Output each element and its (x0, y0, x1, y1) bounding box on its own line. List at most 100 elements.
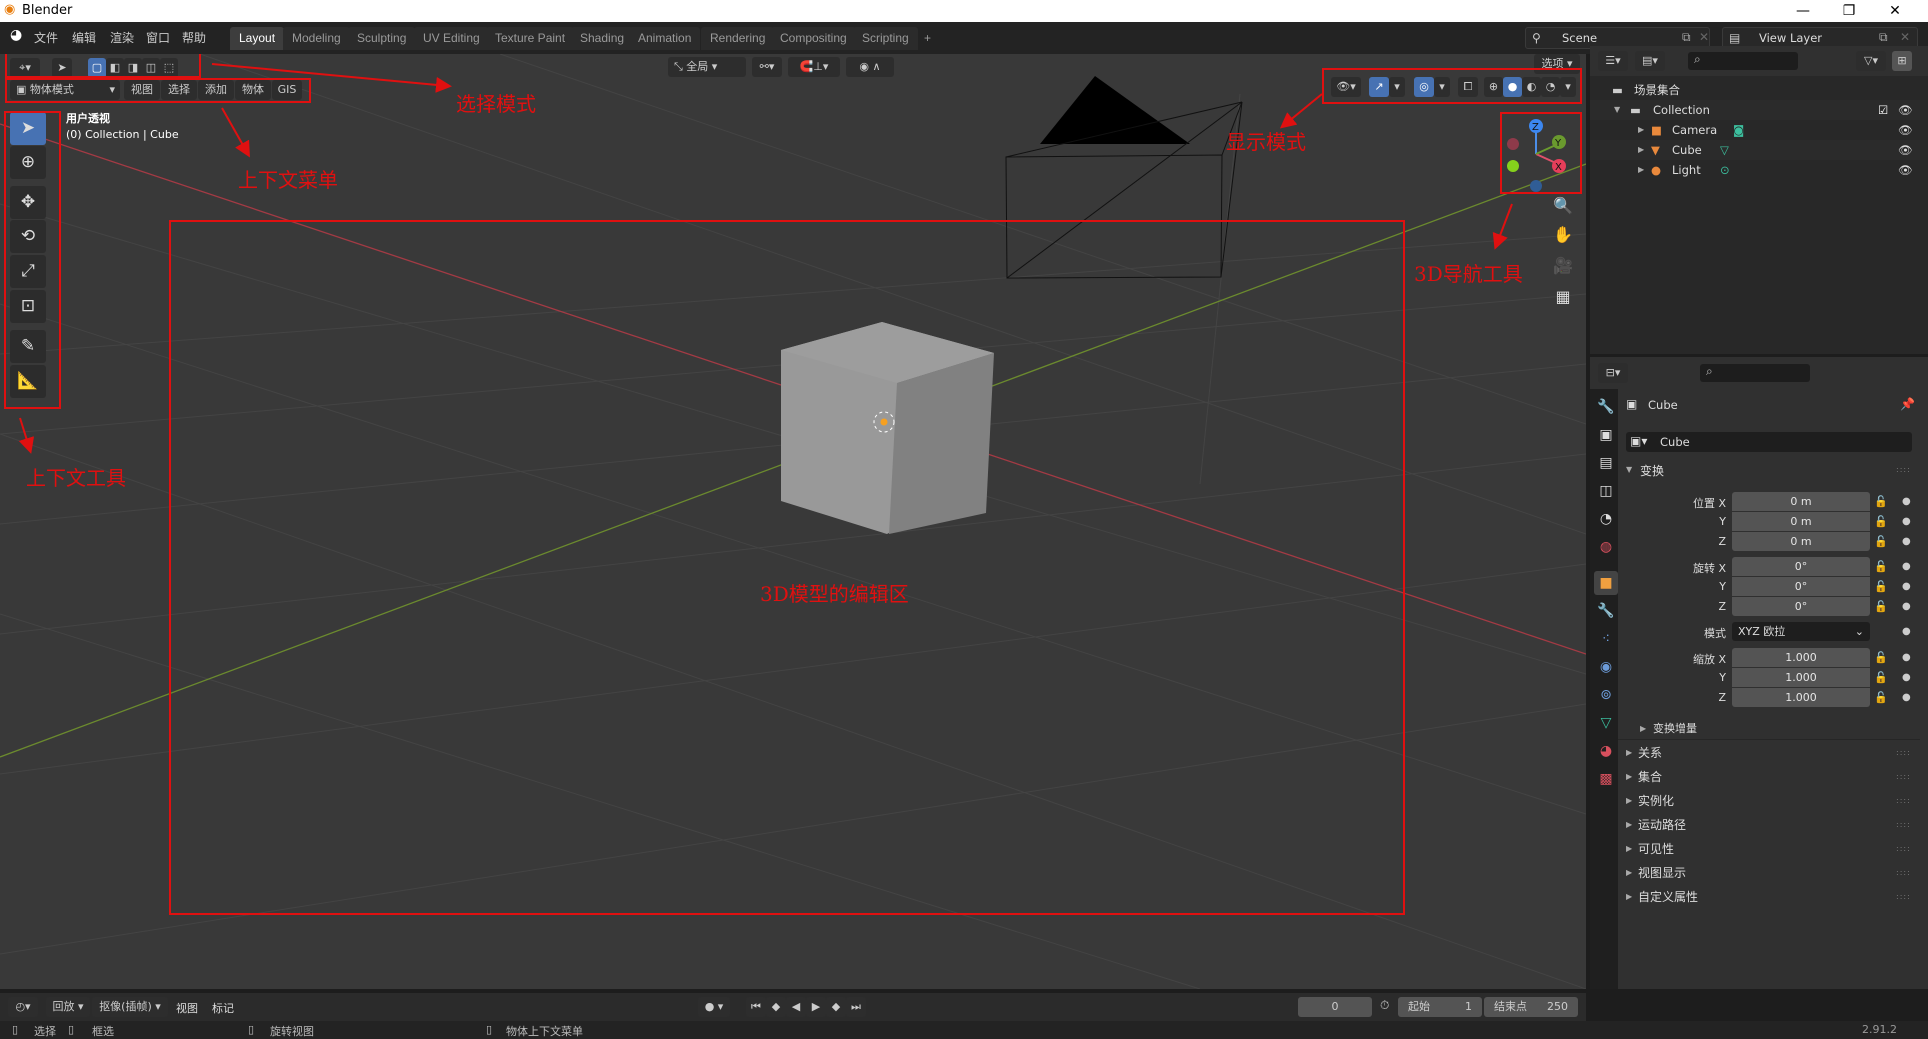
tab-rendering[interactable]: Rendering (701, 27, 775, 50)
play-reverse-icon[interactable]: ◀ (786, 997, 806, 1017)
texture-tab-icon[interactable]: ▩ (1594, 767, 1618, 791)
zoom-view-icon[interactable]: 🔍 (1548, 191, 1578, 221)
visibility-eye-icon[interactable]: 👁 (1898, 140, 1913, 160)
current-frame-field[interactable]: 0 (1298, 997, 1372, 1017)
3d-viewport[interactable]: ⌖▾ ➤ ▢ ◧ ◨ ◫ ⬚ ⤡ 全局 ▾ ⚯▾ 🧲⊥▾ ◉ ∧ 选项 ▾ ▣ … (0, 54, 1586, 989)
keyframe-dot-icon[interactable]: ● (1902, 516, 1911, 527)
view-layer-tab-icon[interactable]: ◫ (1594, 479, 1618, 503)
tab-animation[interactable]: Animation (629, 27, 701, 50)
drag-grip-icon[interactable]: :::: (1896, 844, 1911, 853)
outliner-item-light[interactable]: ▶ ● Light ⊙ 👁 (1590, 160, 1920, 180)
section-instancing[interactable]: 实例化 (1638, 792, 1674, 809)
outliner-collection[interactable]: ▼ ▬ Collection ☑ 👁 (1590, 100, 1920, 120)
expand-arrow-icon[interactable]: ▶ (1626, 844, 1632, 853)
outliner-scene-collection[interactable]: ▬ 场景集合 (1590, 80, 1920, 100)
drag-grip-icon[interactable]: :::: (1896, 868, 1911, 877)
expand-arrow-icon[interactable]: ▶ (1626, 772, 1632, 781)
expand-arrow-icon[interactable]: ▶ (1638, 140, 1644, 160)
keyframe-dot-icon[interactable]: ● (1902, 496, 1911, 507)
new-collection-icon[interactable]: ⊞ (1892, 51, 1912, 71)
constraints-tab-icon[interactable]: ⊚ (1594, 683, 1618, 707)
visibility-eye-icon[interactable]: 👁 (1898, 120, 1913, 140)
location-y-field[interactable]: 0 m (1732, 512, 1870, 531)
rotation-z-field[interactable]: 0° (1732, 597, 1870, 616)
drag-grip-icon[interactable]: :::: (1896, 465, 1911, 474)
physics-tab-icon[interactable]: ◉ (1594, 655, 1618, 679)
mesh-data-icon[interactable]: ▽ (1720, 140, 1729, 160)
transform-orientation-dropdown[interactable]: ⤡ 全局 ▾ (668, 57, 746, 77)
keyframe-dot-icon[interactable]: ● (1902, 672, 1911, 683)
render-tab-icon[interactable]: ▣ (1594, 423, 1618, 447)
timeline-view-menu[interactable]: 视图 (176, 1000, 198, 1016)
menu-help[interactable]: 帮助 (182, 29, 206, 46)
scene-tab-icon[interactable]: ◔ (1594, 507, 1618, 531)
display-mode-button[interactable]: ▤▾ (1635, 51, 1665, 71)
section-collections[interactable]: 集合 (1638, 768, 1662, 785)
menu-file[interactable]: 文件 (34, 29, 58, 46)
play-icon[interactable]: ▶ (806, 997, 826, 1017)
section-visibility[interactable]: 可见性 (1638, 840, 1674, 857)
jump-start-icon[interactable]: ⏮ (746, 997, 766, 1017)
playback-dropdown[interactable]: 回放 ▾ (46, 997, 90, 1017)
expand-arrow-icon[interactable]: ▶ (1626, 796, 1632, 805)
lock-icon[interactable]: 🔓 (1874, 651, 1888, 664)
blender-menu-icon[interactable]: ◕ (10, 27, 22, 43)
delete-scene-icon[interactable]: ✕ (1699, 30, 1709, 44)
section-custom-properties[interactable]: 自定义属性 (1638, 888, 1698, 905)
camera-data-icon[interactable]: ◙ (1733, 120, 1744, 140)
keyframe-dot-icon[interactable]: ● (1902, 581, 1911, 592)
tab-texture-paint[interactable]: Texture Paint (486, 27, 575, 50)
delta-transform-subpanel[interactable]: 变换增量 (1653, 720, 1697, 736)
rotation-mode-dropdown[interactable]: XYZ 欧拉 ⌄ (1732, 622, 1870, 641)
timeline-editor-type-button[interactable]: ◴▾ (8, 997, 38, 1017)
menu-window[interactable]: 窗口 (146, 29, 170, 46)
location-z-field[interactable]: 0 m (1732, 532, 1870, 551)
maximize-button[interactable]: ❐ (1826, 0, 1872, 22)
pin-icon[interactable]: 📌 (1900, 397, 1915, 411)
properties-search-input[interactable]: ⌕ (1700, 364, 1810, 382)
expand-arrow-icon[interactable]: ▶ (1638, 160, 1644, 180)
new-view-layer-icon[interactable]: ⧉ (1879, 30, 1888, 45)
camera-view-icon[interactable]: 🎥 (1548, 251, 1578, 281)
minimize-button[interactable]: — (1780, 0, 1826, 22)
tool-tab-icon[interactable]: 🔧 (1594, 395, 1618, 419)
material-tab-icon[interactable]: ◕ (1594, 739, 1618, 763)
next-keyframe-icon[interactable]: ◆ (826, 997, 846, 1017)
new-scene-icon[interactable]: ⧉ (1682, 30, 1691, 45)
drag-grip-icon[interactable]: :::: (1896, 892, 1911, 901)
keyframe-dot-icon[interactable]: ● (1902, 601, 1911, 612)
timeline-marker-menu[interactable]: 标记 (212, 1000, 234, 1016)
output-tab-icon[interactable]: ▤ (1594, 451, 1618, 475)
drag-grip-icon[interactable]: :::: (1896, 772, 1911, 781)
lock-icon[interactable]: 🔓 (1874, 671, 1888, 684)
data-tab-icon[interactable]: ▽ (1594, 711, 1618, 735)
rotation-y-field[interactable]: 0° (1732, 577, 1870, 596)
scale-y-field[interactable]: 1.000 (1732, 668, 1870, 687)
outliner-editor-type-button[interactable]: ☰▾ (1598, 51, 1628, 71)
exclude-checkbox[interactable]: ☑ (1878, 100, 1888, 120)
object-tab-icon[interactable]: ■ (1594, 571, 1618, 595)
scale-z-field[interactable]: 1.000 (1732, 688, 1870, 707)
particles-tab-icon[interactable]: ⁖ (1594, 627, 1618, 651)
keyframe-dot-icon[interactable]: ● (1902, 561, 1911, 572)
rotation-x-field[interactable]: 0° (1732, 557, 1870, 576)
filter-button[interactable]: ▽▾ (1856, 51, 1886, 71)
tab-compositing[interactable]: Compositing (771, 27, 856, 50)
lock-icon[interactable]: 🔓 (1874, 560, 1888, 573)
add-workspace-button[interactable]: + (915, 27, 940, 50)
drag-grip-icon[interactable]: :::: (1896, 796, 1911, 805)
proportional-edit-toggle[interactable]: ◉ ∧ (846, 57, 894, 77)
world-tab-icon[interactable]: ◍ (1594, 535, 1618, 559)
expand-arrow-icon[interactable]: ▶ (1626, 748, 1632, 757)
drag-grip-icon[interactable]: :::: (1896, 820, 1911, 829)
pan-view-icon[interactable]: ✋ (1548, 220, 1578, 250)
tab-modeling[interactable]: Modeling (283, 27, 350, 50)
expand-arrow-icon[interactable]: ▶ (1638, 120, 1644, 140)
end-frame-field[interactable]: 结束点 250 (1484, 997, 1578, 1017)
keyframe-dot-icon[interactable]: ● (1902, 652, 1911, 663)
snap-toggle[interactable]: 🧲⊥▾ (788, 57, 840, 77)
expand-arrow-icon[interactable]: ▼ (1614, 100, 1620, 120)
outliner-item-camera[interactable]: ▶ ■ Camera ◙ 👁 (1590, 120, 1920, 140)
light-data-icon[interactable]: ⊙ (1720, 160, 1730, 180)
modifier-tab-icon[interactable]: 🔧 (1594, 599, 1618, 623)
